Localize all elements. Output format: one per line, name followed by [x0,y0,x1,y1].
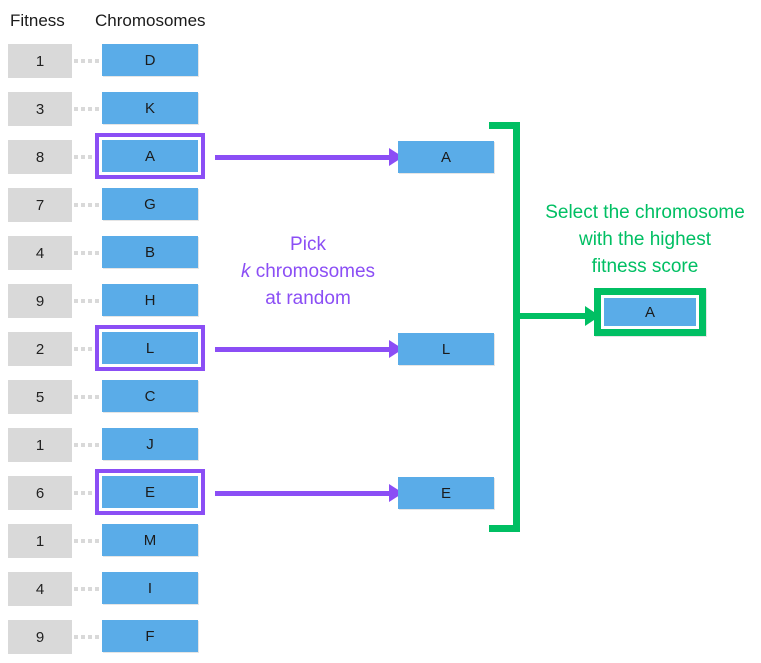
dotted-connector [74,347,100,351]
population-row: 1M [0,524,230,558]
chromosome-cell[interactable]: I [102,572,198,604]
fitness-value: 8 [8,140,72,174]
select-caption-line-1: Select the chromosome [545,202,745,223]
picked-chromosome-cell[interactable]: E [398,477,494,509]
dotted-connector [74,539,100,543]
purple-arrow [215,484,403,502]
fitness-value: 7 [8,188,72,222]
fitness-value: 3 [8,92,72,126]
dotted-connector [74,59,100,63]
column-header-chromosomes: Chromosomes [95,11,206,30]
population-row: 9H [0,284,230,318]
picked-chromosome-cell[interactable]: L [398,333,494,365]
fitness-value: 9 [8,284,72,318]
chromosome-cell[interactable]: H [102,284,198,316]
winner-chromosome-label: A [604,298,696,326]
tournament-selection-diagram: Fitness Chromosomes 1D3K8A7G4B9H2L5C1J6E… [0,0,761,663]
purple-arrow [215,148,403,166]
fitness-value: 5 [8,380,72,414]
select-caption: Select the chromosome with the highest f… [529,200,761,281]
population-row: 1D [0,44,230,78]
dotted-connector [74,491,100,495]
chromosome-cell[interactable]: J [102,428,198,460]
population-row: 2L [0,329,230,367]
dotted-connector [74,203,100,207]
population-row: 8A [0,137,230,175]
green-bracket-bottom-arm [489,525,520,532]
dotted-connector [74,299,100,303]
select-caption-line-3: fitness score [591,255,699,277]
pick-caption-line-2: k chromosomes [228,259,388,286]
column-header-fitness: Fitness [10,11,65,30]
chromosome-cell-selected[interactable]: E [99,473,201,511]
chromosome-cell-selected[interactable]: L [99,329,201,367]
chromosome-cell[interactable]: G [102,188,198,220]
green-bracket-vertical [513,122,520,532]
dotted-connector [74,251,100,255]
population-row: 9F [0,620,230,654]
select-caption-line-2: with the highest [578,228,712,250]
fitness-value: 1 [8,44,72,78]
dotted-connector [74,635,100,639]
population-row: 1J [0,428,230,462]
chromosome-cell[interactable]: M [102,524,198,556]
pick-caption-line-3: at random [265,287,351,309]
chromosome-cell[interactable]: K [102,92,198,124]
pick-caption-line-2-rest: chromosomes [250,260,376,282]
population-row: 5C [0,380,230,414]
fitness-value: 1 [8,524,72,558]
dotted-connector [74,587,100,591]
population-row: 6E [0,473,230,511]
green-bracket-output-line [520,313,586,319]
population-row: 4I [0,572,230,606]
dotted-connector [74,443,100,447]
chromosome-cell[interactable]: F [102,620,198,652]
population-row: 7G [0,188,230,222]
chromosome-cell-selected[interactable]: A [99,137,201,175]
pick-caption: Pick k chromosomes at random [228,232,388,313]
green-bracket-top-arm [489,122,520,129]
population-row: 4B [0,236,230,270]
chromosome-cell[interactable]: D [102,44,198,76]
winner-inner-frame: A [601,295,699,329]
dotted-connector [74,395,100,399]
purple-arrow [215,340,403,358]
fitness-value: 6 [8,476,72,510]
fitness-value: 9 [8,620,72,654]
fitness-value: 1 [8,428,72,462]
k-symbol: k [240,260,251,282]
pick-caption-line-1: Pick [290,234,326,255]
fitness-value: 2 [8,332,72,366]
winner-chromosome-box: A [594,288,706,336]
fitness-value: 4 [8,236,72,270]
dotted-connector [74,107,100,111]
chromosome-cell[interactable]: B [102,236,198,268]
dotted-connector [74,155,100,159]
chromosome-cell[interactable]: C [102,380,198,412]
picked-chromosome-cell[interactable]: A [398,141,494,173]
population-row: 3K [0,92,230,126]
fitness-value: 4 [8,572,72,606]
